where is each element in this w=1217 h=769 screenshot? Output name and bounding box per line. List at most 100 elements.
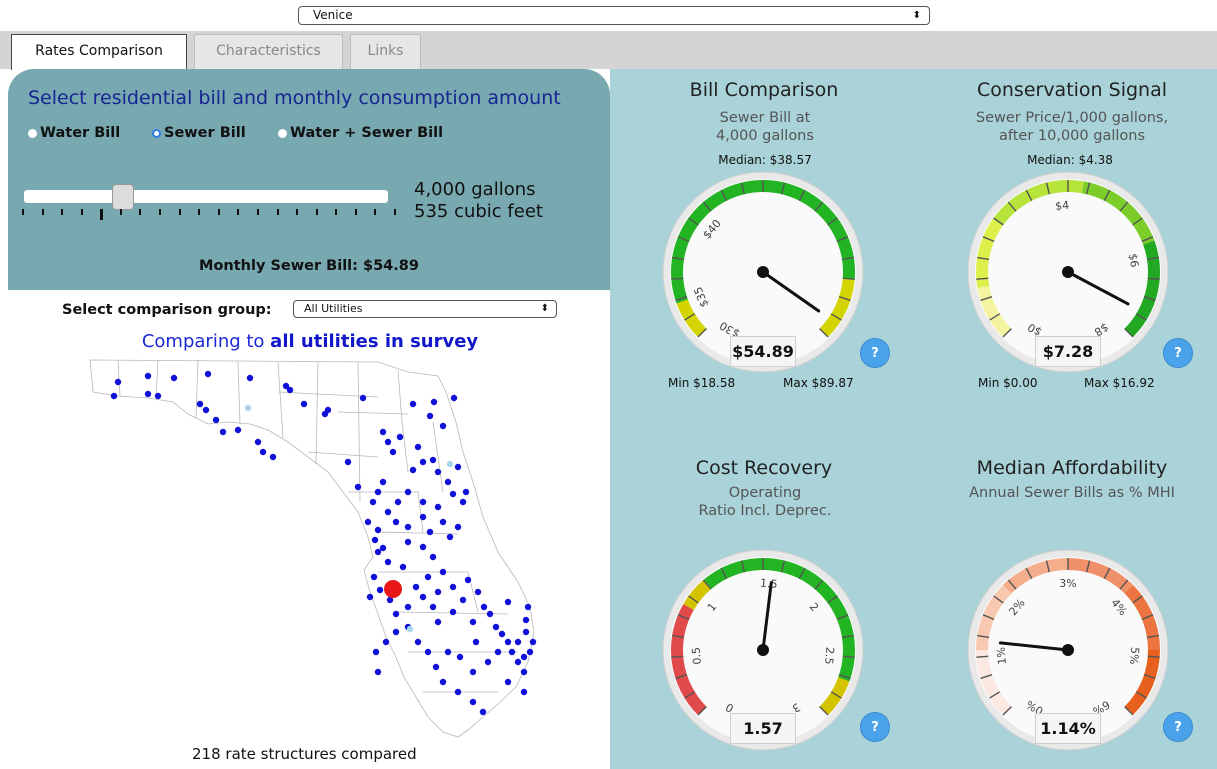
utility-dot — [426, 528, 434, 536]
florida-outline — [89, 359, 535, 738]
consumption-slider-track[interactable] — [24, 190, 388, 203]
utility-dot — [144, 372, 152, 380]
utility-dot — [321, 410, 329, 418]
radio-water-sewer-bill[interactable]: Water + Sewer Bill — [278, 125, 443, 141]
utility-dot — [520, 688, 528, 696]
utility-dot — [449, 608, 457, 616]
utility-dot — [484, 658, 492, 666]
utility-dot — [300, 400, 308, 408]
utility-dot — [419, 458, 427, 466]
utility-dot — [514, 638, 522, 646]
bill-min: Min $18.58 — [668, 376, 736, 390]
utility-dot — [480, 603, 488, 611]
afford-subtitle-line1: Annual Sewer Bills as % MHI — [969, 485, 1175, 501]
tab-links[interactable]: Links — [350, 34, 421, 69]
utility-dot — [439, 568, 447, 576]
afford-gauge-value: 1.14% — [1035, 713, 1101, 744]
utility-dot — [504, 678, 512, 686]
utility-dot — [492, 623, 500, 631]
radio-sewer-bill[interactable]: Sewer Bill — [152, 125, 246, 141]
afford-help-button[interactable]: ? — [1163, 712, 1193, 742]
utility-dot — [399, 563, 407, 571]
utility-dot — [469, 618, 477, 626]
utility-dot — [409, 466, 417, 474]
tab-bar: Rates Comparison Characteristics Links — [0, 31, 1217, 70]
utility-dot — [170, 374, 178, 382]
cost-subtitle-line2: Ratio Incl. Deprec. — [698, 503, 832, 519]
gauge-tick — [842, 655, 855, 658]
cost-gauge-title: Cost Recovery — [695, 457, 833, 479]
utility-dot-light — [406, 625, 414, 633]
utility-dot — [392, 628, 400, 636]
utility-dot — [469, 668, 477, 676]
tab-rates-comparison[interactable]: Rates Comparison — [11, 34, 187, 70]
afford-gauge-subtitle: Annual Sewer Bills as % MHI — [955, 484, 1189, 502]
cubic-feet-readout: 535 cubic feet — [414, 201, 543, 222]
utility-dot — [434, 588, 442, 596]
utility-select[interactable]: Venice ⬍ — [298, 6, 930, 25]
gauge-needle-hub — [1062, 266, 1074, 278]
utility-dot — [432, 663, 440, 671]
consumption-slider-thumb[interactable] — [112, 184, 134, 210]
slider-tick — [315, 209, 318, 215]
gauge-scale-label: 2.5 — [822, 647, 836, 666]
utility-dot — [379, 478, 387, 486]
bill-help-button[interactable]: ? — [860, 338, 890, 368]
cost-subtitle-line1: Operating — [728, 485, 802, 501]
gauge-needle-hub — [757, 266, 769, 278]
utility-dot — [504, 638, 512, 646]
gauge-tick — [1147, 277, 1160, 280]
utility-dot — [414, 638, 422, 646]
slider-tick — [198, 209, 201, 215]
conservation-gauge-value: $7.28 — [1035, 336, 1101, 367]
utility-dot — [374, 526, 382, 534]
utility-dot — [508, 648, 516, 656]
cost-gauge-subtitle: Operating Ratio Incl. Deprec. — [655, 484, 875, 520]
utility-dot — [429, 456, 437, 464]
utility-dot — [439, 518, 447, 526]
slider-readout: 4,000 gallons 535 cubic feet — [414, 179, 543, 223]
utility-dot — [449, 583, 457, 591]
radio-checked-icon[interactable] — [152, 129, 161, 138]
utility-dot — [396, 433, 404, 441]
tab-characteristics[interactable]: Characteristics — [194, 34, 343, 69]
gauge-tick — [671, 277, 684, 280]
radio-water-bill[interactable]: Water Bill — [28, 125, 120, 141]
utility-dot — [454, 688, 462, 696]
utility-dot — [366, 593, 374, 601]
comparison-group-select[interactable]: All Utilities ⬍ — [293, 300, 557, 318]
utility-dot — [246, 374, 254, 382]
utility-dot — [254, 438, 262, 446]
utility-dot — [374, 668, 382, 676]
utility-dot — [494, 648, 502, 656]
utility-dot — [459, 596, 467, 604]
utility-dot — [234, 426, 242, 434]
utility-dot — [486, 610, 494, 618]
utility-dot — [454, 463, 462, 471]
utility-dot — [144, 390, 152, 398]
utility-dot — [469, 698, 477, 706]
slider-tick — [276, 209, 279, 215]
slider-tick — [354, 209, 357, 215]
cost-help-button[interactable]: ? — [860, 712, 890, 742]
utility-dot — [444, 478, 452, 486]
utility-dot — [514, 658, 522, 666]
slider-tick — [178, 209, 181, 215]
utility-dot — [394, 498, 402, 506]
comparison-heading-prefix: Comparing to — [141, 331, 271, 352]
radio-unchecked-icon[interactable] — [278, 129, 287, 138]
utility-dot — [459, 498, 467, 506]
slider-tick — [100, 209, 104, 220]
utility-dot — [202, 406, 210, 414]
utility-dot — [404, 488, 412, 496]
conservation-help-button[interactable]: ? — [1163, 338, 1193, 368]
utility-dot — [384, 558, 392, 566]
radio-water-label: Water Bill — [40, 125, 121, 141]
utility-dot — [419, 513, 427, 521]
comparison-group-label: Select comparison group: — [62, 302, 272, 318]
radio-unchecked-icon[interactable] — [28, 129, 37, 138]
utility-dot — [454, 523, 462, 531]
utility-dot — [529, 638, 537, 646]
utility-dot — [434, 618, 442, 626]
slider-tick — [22, 209, 24, 215]
